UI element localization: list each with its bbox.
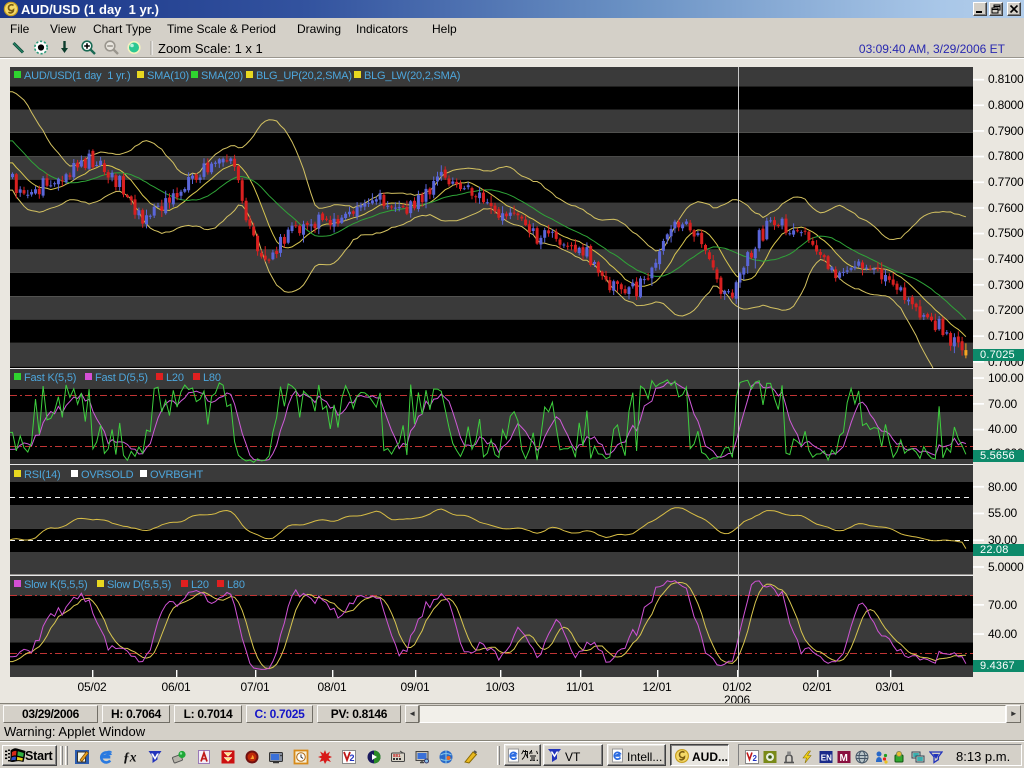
svg-text:2: 2 <box>350 753 355 763</box>
svg-text:2: 2 <box>753 754 758 763</box>
svg-text:EN: EN <box>821 754 832 763</box>
svg-text:881: 881 <box>393 753 401 758</box>
svg-text:M: M <box>840 753 848 764</box>
svg-text:ƒx: ƒx <box>123 750 137 765</box>
